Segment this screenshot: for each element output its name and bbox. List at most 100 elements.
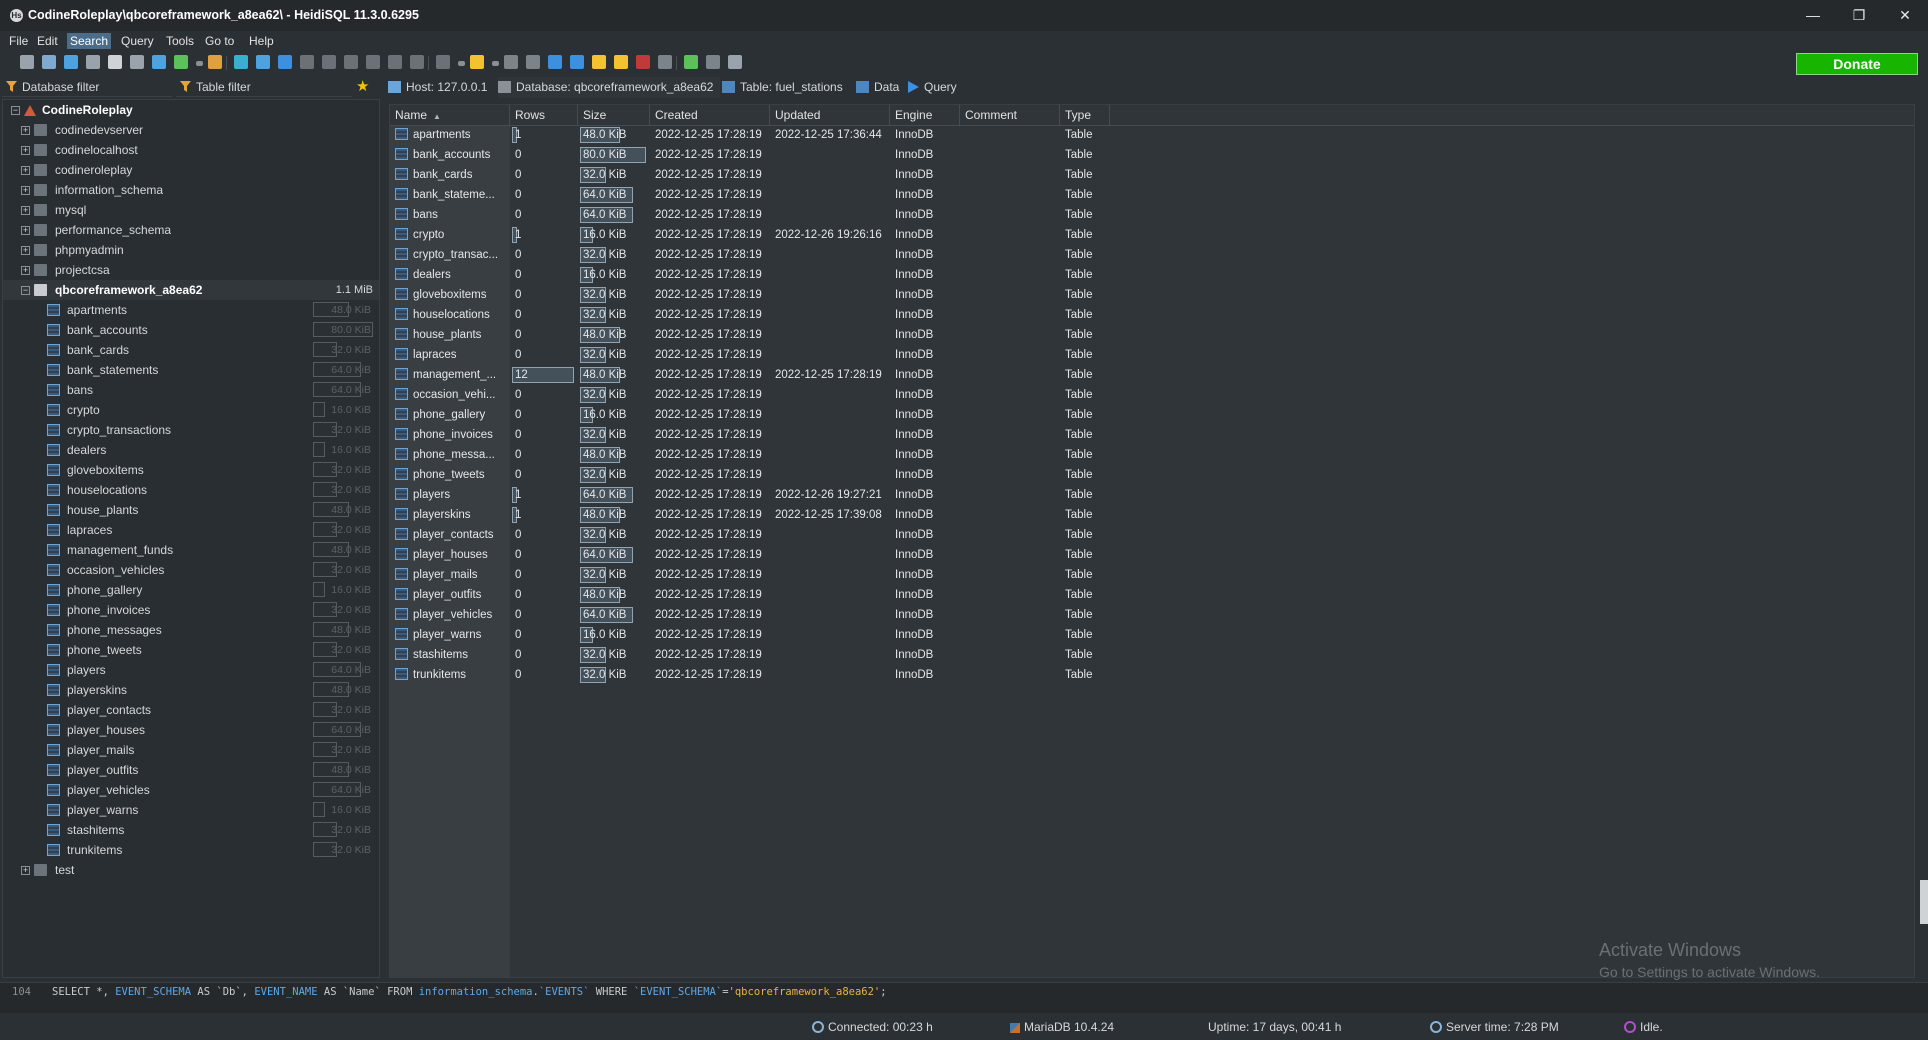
table-row[interactable]: player_warns 0 16.0 KiB 2022-12-25 17:28:19…	[390, 625, 1110, 645]
table-row[interactable]: player_mails 0 32.0 KiB 2022-12-25 17:28:19…	[390, 565, 1110, 585]
tree-table-stashitems[interactable]: stashitems 32.0 KiB	[3, 820, 379, 840]
cell-name[interactable]: crypto_transac...	[390, 245, 510, 265]
tree-db-codinelocalhost[interactable]: + codinelocalhost	[3, 140, 379, 160]
menu-search[interactable]: Search	[67, 33, 112, 49]
cell-name[interactable]: phone_tweets	[390, 465, 510, 485]
tree-db-performance_schema[interactable]: + performance_schema	[3, 220, 379, 240]
expand-icon[interactable]: +	[21, 206, 30, 215]
menu-tools[interactable]: Tools	[163, 33, 197, 49]
tree-table-phone_messages[interactable]: phone_messages 48.0 KiB	[3, 620, 379, 640]
expand-icon[interactable]: +	[21, 186, 30, 195]
column-header-created[interactable]: Created	[650, 105, 770, 125]
tree-table-crypto_transactions[interactable]: crypto_transactions 32.0 KiB	[3, 420, 379, 440]
cell-name[interactable]: phone_messa...	[390, 445, 510, 465]
tab-table[interactable]: Table: fuel_stations	[722, 77, 852, 98]
favorite-star-icon[interactable]: ★	[356, 79, 369, 94]
tree-table-house_plants[interactable]: house_plants 48.0 KiB	[3, 500, 379, 520]
table-row[interactable]: gloveboxitems 0 32.0 KiB 2022-12-25 17:28:1…	[390, 285, 1110, 305]
table-row[interactable]: trunkitems 0 32.0 KiB 2022-12-25 17:28:19 In…	[390, 665, 1110, 685]
cell-name[interactable]: bans	[390, 205, 510, 225]
tree-db-projectcsa[interactable]: + projectcsa	[3, 260, 379, 280]
warning-icon[interactable]	[614, 55, 628, 69]
tree-table-player_outfits[interactable]: player_outfits 48.0 KiB	[3, 760, 379, 780]
cell-name[interactable]: crypto	[390, 225, 510, 245]
expand-icon[interactable]: +	[21, 246, 30, 255]
open-file-icon[interactable]	[470, 55, 484, 69]
sort-ascending-icon[interactable]: ▲	[433, 112, 441, 121]
table-row[interactable]: phone_invoices 0 32.0 KiB 2022-12-25 17:28:…	[390, 425, 1110, 445]
tree-table-management_funds[interactable]: management_funds 48.0 KiB	[3, 540, 379, 560]
table-row[interactable]: management_... 12 48.0 KiB 2022-12-25 17:28…	[390, 365, 1110, 385]
tree-table-dealers[interactable]: dealers 16.0 KiB	[3, 440, 379, 460]
delete-icon[interactable]	[366, 55, 380, 69]
table-row[interactable]: phone_gallery 0 16.0 KiB 2022-12-25 17:28:1…	[390, 405, 1110, 425]
refresh-data-icon[interactable]	[684, 55, 698, 69]
tree-table-lapraces[interactable]: lapraces 32.0 KiB	[3, 520, 379, 540]
database-filter-input[interactable]: Database filter	[2, 78, 172, 97]
tree-db-mysql[interactable]: + mysql	[3, 200, 379, 220]
cell-name[interactable]: trunkitems	[390, 665, 510, 685]
collapse-icon[interactable]: −	[21, 286, 30, 295]
table-row[interactable]: stashitems 0 32.0 KiB 2022-12-25 17:28:19 In…	[390, 645, 1110, 665]
cell-name[interactable]: bank_cards	[390, 165, 510, 185]
tab-play[interactable]: Query	[908, 77, 988, 98]
cell-name[interactable]: player_mails	[390, 565, 510, 585]
column-header-comment[interactable]: Comment	[960, 105, 1060, 125]
cell-name[interactable]: player_outfits	[390, 585, 510, 605]
post-icon[interactable]	[388, 55, 402, 69]
cell-name[interactable]: player_vehicles	[390, 605, 510, 625]
tree-db-phpmyadmin[interactable]: + phpmyadmin	[3, 240, 379, 260]
cell-name[interactable]: houselocations	[390, 305, 510, 325]
cell-name[interactable]: gloveboxitems	[390, 285, 510, 305]
open-dropdown-icon[interactable]	[492, 61, 499, 66]
menu-go-to[interactable]: Go to	[202, 33, 237, 49]
restore-button[interactable]: ❐	[1836, 0, 1882, 31]
cell-name[interactable]: house_plants	[390, 325, 510, 345]
tree-table-player_contacts[interactable]: player_contacts 32.0 KiB	[3, 700, 379, 720]
tree-table-trunkitems[interactable]: trunkitems 32.0 KiB	[3, 840, 379, 860]
find-replace-icon[interactable]	[570, 55, 584, 69]
tree-table-bans[interactable]: bans 64.0 KiB	[3, 380, 379, 400]
tree-db-codinedevserver[interactable]: + codinedevserver	[3, 120, 379, 140]
maintenance-icon[interactable]	[256, 55, 270, 69]
expand-icon[interactable]: +	[21, 146, 30, 155]
column-header-updated[interactable]: Updated	[770, 105, 890, 125]
tree-table-bank_statements[interactable]: bank_statements 64.0 KiB	[3, 360, 379, 380]
menu-query[interactable]: Query	[118, 33, 157, 49]
table-row[interactable]: crypto 1 16.0 KiB 2022-12-25 17:28:19 2022-1…	[390, 225, 1110, 245]
cancel-icon[interactable]	[410, 55, 424, 69]
minimize-button[interactable]: —	[1790, 0, 1836, 31]
cell-name[interactable]: phone_invoices	[390, 425, 510, 445]
expand-icon[interactable]: +	[21, 126, 30, 135]
cell-name[interactable]: players	[390, 485, 510, 505]
insert-icon[interactable]	[344, 55, 358, 69]
tree-table-playerskins[interactable]: playerskins 48.0 KiB	[3, 680, 379, 700]
first-icon[interactable]	[300, 55, 314, 69]
copy-icon[interactable]	[86, 55, 100, 69]
close-window-button[interactable]: ✕	[1882, 0, 1928, 31]
table-row[interactable]: playerskins 1 48.0 KiB 2022-12-25 17:28:19 2…	[390, 505, 1110, 525]
tree-table-player_mails[interactable]: player_mails 32.0 KiB	[3, 740, 379, 760]
cell-name[interactable]: player_warns	[390, 625, 510, 645]
tree-table-phone_tweets[interactable]: phone_tweets 32.0 KiB	[3, 640, 379, 660]
table-row[interactable]: bank_stateme... 0 64.0 KiB 2022-12-25 17:28…	[390, 185, 1110, 205]
cell-name[interactable]: lapraces	[390, 345, 510, 365]
tab-database[interactable]: Database: qbcoreframework_a8ea62	[498, 77, 720, 98]
table-row[interactable]: player_houses 0 64.0 KiB 2022-12-25 17:28:1…	[390, 545, 1110, 565]
tree-table-player_vehicles[interactable]: player_vehicles 64.0 KiB	[3, 780, 379, 800]
tree-db-selected[interactable]: − qbcoreframework_a8ea62 1.1 MiB	[3, 280, 379, 300]
donate-button[interactable]: Donate	[1796, 53, 1918, 75]
wrap-icon[interactable]	[658, 55, 672, 69]
tree-db-codineroleplay[interactable]: + codineroleplay	[3, 160, 379, 180]
sql-log-panel[interactable]: 104 SELECT *, EVENT_SCHEMA AS `Db`, EVEN…	[0, 982, 1928, 1013]
table-row[interactable]: apartments 1 48.0 KiB 2022-12-25 17:28:19 20…	[390, 125, 1110, 145]
cell-name[interactable]: apartments	[390, 125, 510, 145]
menu-edit[interactable]: Edit	[34, 33, 61, 49]
table-row[interactable]: house_plants 0 48.0 KiB 2022-12-25 17:28:19…	[390, 325, 1110, 345]
table-row[interactable]: player_vehicles 0 64.0 KiB 2022-12-25 17:28…	[390, 605, 1110, 625]
cell-name[interactable]: stashitems	[390, 645, 510, 665]
tree-table-player_houses[interactable]: player_houses 64.0 KiB	[3, 720, 379, 740]
tree-table-crypto[interactable]: crypto 16.0 KiB	[3, 400, 379, 420]
cell-name[interactable]: dealers	[390, 265, 510, 285]
disconnect-icon[interactable]	[42, 55, 56, 69]
